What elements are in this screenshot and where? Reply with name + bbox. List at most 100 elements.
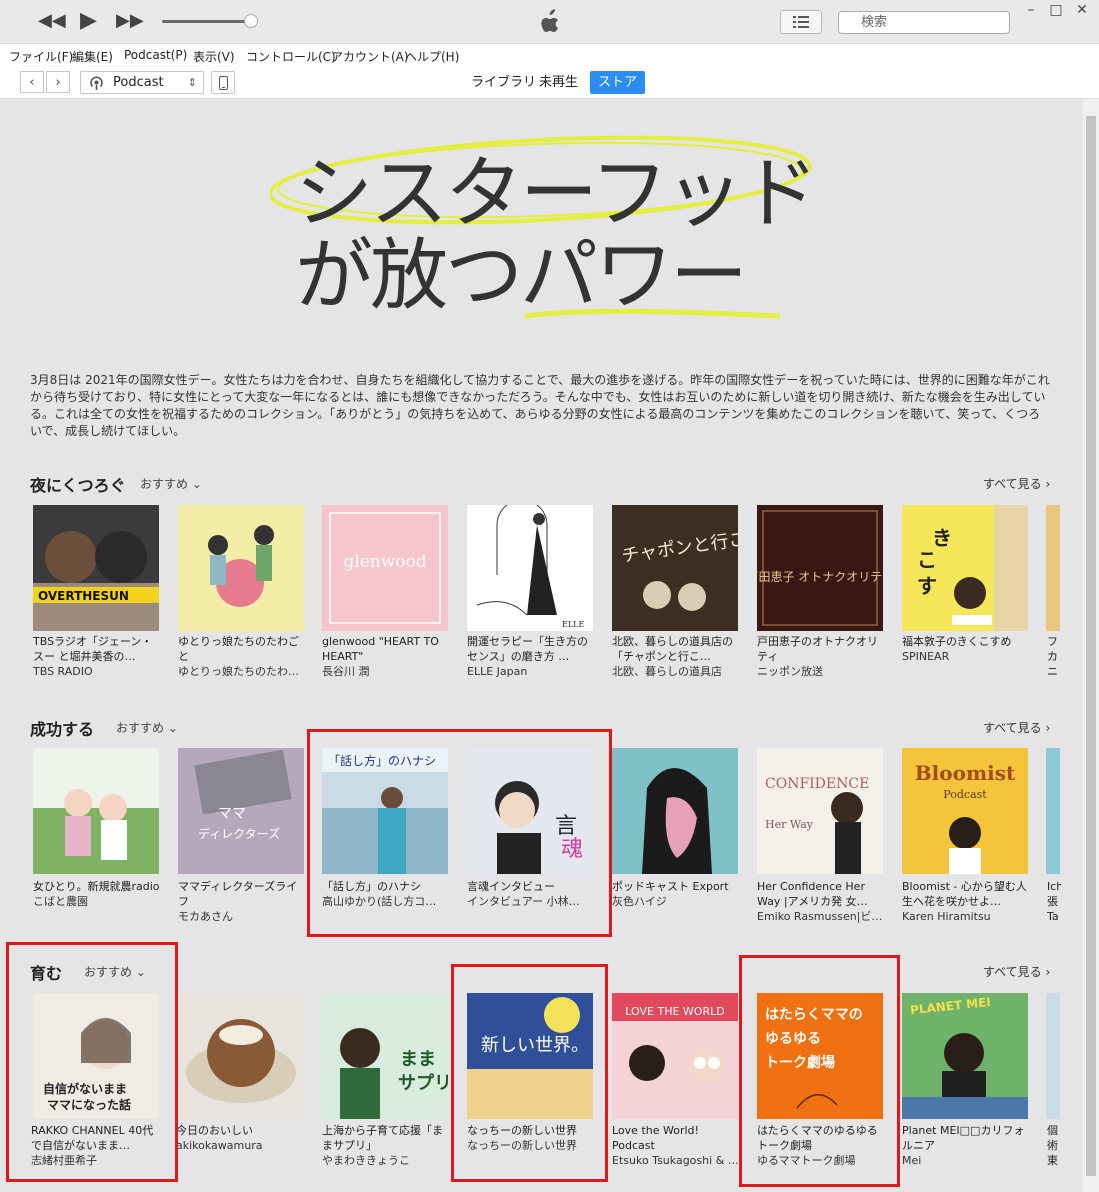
podcast-artwork[interactable]: 戸田恵子 オトナクオリティ: [757, 505, 883, 631]
podcast-artwork[interactable]: [178, 993, 304, 1119]
section-title-succeed: 成功する: [30, 720, 95, 739]
podcast-artwork[interactable]: [33, 748, 159, 874]
podcast-title: 上海から子育て応援「ままサプリ」: [322, 1124, 443, 1152]
podcast-info[interactable]: 女ひとり。新規就農radio こばと農園: [33, 879, 161, 909]
svg-text:glenwood: glenwood: [343, 552, 426, 572]
podcast-info[interactable]: フ カ ニ: [1047, 634, 1061, 679]
svg-text:ディレクターズ: ディレクターズ: [198, 826, 280, 841]
menu-help[interactable]: ヘルプ(H): [405, 48, 459, 65]
podcast-title: ママディレクターズライフ: [178, 880, 298, 908]
rewind-icon[interactable]: ◀◀: [38, 10, 66, 31]
podcast-info[interactable]: 今日のおいしい akikokawamura: [176, 1123, 304, 1153]
podcast-info[interactable]: 福本敦子のきくこすめ SPINEAR: [902, 634, 1030, 664]
podcast-author: TBS RADIO: [33, 665, 93, 678]
podcast-artwork[interactable]: チャポンと行こう!: [612, 505, 738, 631]
podcast-artwork[interactable]: [1046, 993, 1060, 1119]
recommend-dropdown-succeed[interactable]: おすすめ ⌄: [116, 719, 178, 736]
see-all-link-succeed[interactable]: すべて見る ›: [983, 719, 1050, 736]
scrollbar-thumb[interactable]: [1086, 116, 1096, 1176]
podcast-artwork[interactable]: LOVE THE WORLD: [612, 993, 738, 1119]
podcast-info[interactable]: ママディレクターズライフ モカあさん: [178, 879, 306, 924]
list-view-button[interactable]: [780, 10, 822, 34]
podcast-artwork[interactable]: きこす: [902, 505, 1028, 631]
podcast-artwork[interactable]: CONFIDENCE Her Way: [757, 748, 883, 874]
svg-text:ELLE: ELLE: [562, 620, 584, 629]
podcast-info[interactable]: 北欧、暮らしの道具店の「チャポンと行こ… 北欧、暮らしの道具店: [612, 634, 740, 679]
menu-controls[interactable]: コントロール(C): [246, 48, 336, 65]
volume-slider-knob[interactable]: [244, 14, 258, 28]
podcast-artwork[interactable]: OVERTHESUN: [33, 505, 159, 631]
podcast-info[interactable]: 開運セラピー「生き方のセンス」の磨き方 … ELLE Japan: [467, 634, 595, 679]
podcast-info[interactable]: TBSラジオ「ジェーン・スー と堀井美香の… TBS RADIO: [33, 634, 161, 679]
podcast-author: Karen Hiramitsu: [902, 910, 991, 923]
menu-edit[interactable]: 編集(E): [72, 48, 113, 65]
close-button[interactable]: ✕: [1071, 2, 1093, 18]
hero-title-line1: シスターフッド: [295, 149, 815, 239]
tab-store[interactable]: ストア: [590, 71, 646, 94]
podcast-title: 今日のおいしい: [176, 1124, 253, 1137]
podcast-artwork[interactable]: [178, 505, 304, 631]
highlight-box: [451, 964, 608, 1182]
chevron-left-icon: ‹: [29, 74, 35, 90]
podcast-info[interactable]: 個 術 東: [1047, 1123, 1061, 1168]
chevron-down-icon: ⌄: [167, 721, 178, 735]
menu-view[interactable]: 表示(V): [193, 48, 235, 65]
podcast-info[interactable]: Love the World! Podcast Etsuko Tsukagoshi…: [612, 1123, 740, 1168]
podcast-artwork[interactable]: Bloomist Podcast: [902, 748, 1028, 874]
collection-description: 3月8日は 2021年の国際女性デー。女性たちは力を合わせ、自身たちを組織化して…: [30, 373, 1050, 438]
chevron-right-icon: ›: [55, 74, 61, 90]
highlight-box: [307, 729, 612, 937]
podcast-title: 福本敦子のきくこすめ: [902, 635, 1012, 648]
play-icon[interactable]: ▶: [80, 8, 97, 33]
device-button[interactable]: [211, 71, 235, 94]
tab-unplayed[interactable]: 未再生: [531, 71, 586, 94]
podcast-info[interactable]: 戸田恵子のオトナクオリティ ニッポン放送: [757, 634, 885, 679]
apple-logo-icon: [541, 9, 558, 32]
svg-text:戸田恵子 オトナクオリティ: 戸田恵子 オトナクオリティ: [757, 570, 883, 584]
podcast-author: ゆとりっ娘たちのたわ…: [178, 665, 299, 678]
podcast-artwork[interactable]: [1046, 748, 1060, 874]
podcast-artwork[interactable]: PLANET MEI: [902, 993, 1028, 1119]
back-button[interactable]: ‹: [20, 71, 44, 93]
podcast-artwork[interactable]: glenwood: [322, 505, 448, 631]
podcast-author: ELLE Japan: [467, 665, 528, 678]
podcast-artwork[interactable]: ELLE: [467, 505, 593, 631]
media-type-select[interactable]: Podcast ⇕: [80, 71, 204, 94]
podcast-artwork[interactable]: まま サプリ: [322, 993, 448, 1119]
see-all-link-relax[interactable]: すべて見る ›: [983, 475, 1050, 492]
menu-file[interactable]: ファイル(F): [9, 48, 73, 65]
recommend-dropdown-relax[interactable]: おすすめ ⌄: [140, 475, 202, 492]
minimize-button[interactable]: –: [1020, 2, 1042, 18]
svg-text:OVERTHESUN: OVERTHESUN: [38, 589, 129, 603]
fast-forward-icon[interactable]: ▶▶: [116, 10, 144, 31]
podcast-info[interactable]: glenwood "HEART TO HEART" 長谷川 潤: [322, 634, 450, 679]
svg-text:LOVE THE WORLD: LOVE THE WORLD: [625, 1005, 724, 1018]
svg-text:ママ: ママ: [218, 806, 246, 822]
title-bar: ◀◀ ▶ ▶▶ 検索 – □ ✕: [0, 0, 1099, 44]
podcast-title: 個 術 東: [1047, 1124, 1058, 1167]
menu-bar: ファイル(F) 編集(E) Podcast(P) 表示(V) コントロール(C)…: [0, 44, 1099, 66]
svg-text:す: す: [917, 574, 937, 598]
svg-text:Her Way: Her Way: [765, 818, 814, 831]
podcast-info[interactable]: Ich 張 Ta: [1047, 879, 1061, 924]
see-all-link-nurture[interactable]: すべて見る ›: [983, 963, 1050, 980]
podcast-info[interactable]: Her Confidence Her Way |アメリカ発 女… Emiko Ra…: [757, 879, 885, 924]
menu-podcast[interactable]: Podcast(P): [124, 48, 187, 62]
podcast-artwork[interactable]: [1046, 505, 1060, 631]
podcast-title: フ カ ニ: [1047, 635, 1058, 678]
podcast-artwork[interactable]: ママディレクターズ: [178, 748, 304, 874]
podcast-info[interactable]: ゆとりっ娘たちのたわごと ゆとりっ娘たちのたわ…: [178, 634, 306, 679]
podcast-info[interactable]: Bloomist - 心から望む人生へ花を咲かせよ… Karen Hiramits…: [902, 879, 1030, 924]
menu-account[interactable]: アカウント(A): [331, 48, 409, 65]
podcast-info[interactable]: 上海から子育て応援「ままサプリ」 やまわききょうこ: [322, 1123, 450, 1168]
see-all-label: すべて見る: [983, 477, 1042, 491]
search-input[interactable]: 検索: [838, 11, 1010, 34]
podcast-artwork[interactable]: [612, 748, 738, 874]
podcast-info[interactable]: ポッドキャスト Export 灰色ハイジ: [612, 879, 740, 909]
podcast-title: 戸田恵子のオトナクオリティ: [757, 635, 878, 663]
maximize-button[interactable]: □: [1045, 2, 1067, 18]
forward-button[interactable]: ›: [46, 71, 70, 93]
podcast-info[interactable]: Planet MEI□□カリフォルニア Mei: [902, 1123, 1030, 1168]
svg-text:CONFIDENCE: CONFIDENCE: [765, 776, 869, 792]
podcast-author: 北欧、暮らしの道具店: [612, 665, 722, 678]
